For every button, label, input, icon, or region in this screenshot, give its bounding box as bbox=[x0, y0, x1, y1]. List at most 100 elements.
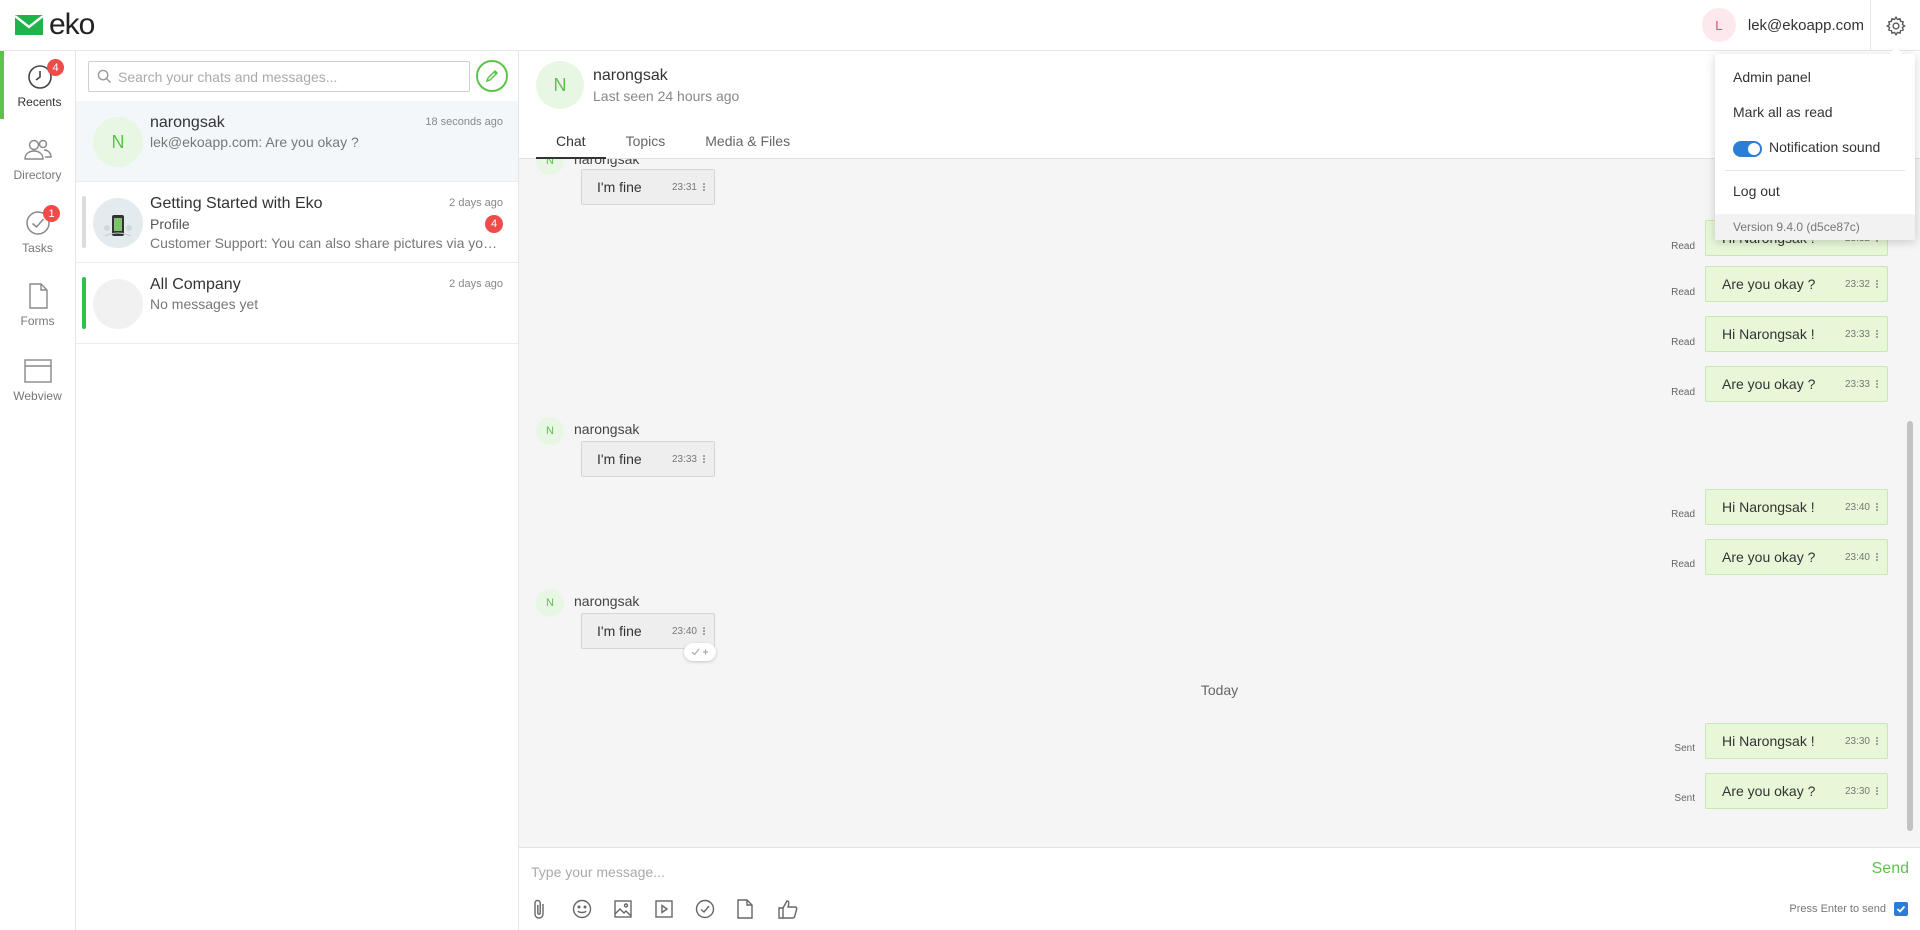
pencil-icon bbox=[485, 69, 499, 83]
message-options-icon[interactable] bbox=[703, 183, 706, 191]
message-options-icon[interactable] bbox=[703, 455, 706, 463]
message-text: Are you okay ? bbox=[1722, 549, 1816, 565]
emoji-button[interactable] bbox=[572, 896, 613, 922]
message-scrollbar[interactable] bbox=[1907, 421, 1913, 831]
message-options-icon[interactable] bbox=[703, 627, 706, 635]
message-list[interactable]: N narongsak I'm fine 23:31 Read Hi Naron… bbox=[519, 159, 1920, 849]
notification-sound-toggle[interactable] bbox=[1733, 141, 1762, 157]
eko-logo[interactable]: eko bbox=[15, 8, 95, 41]
message-text: Are you okay ? bbox=[1722, 783, 1816, 799]
user-menu[interactable]: L lek@ekoapp.com bbox=[1701, 8, 1864, 42]
task-icon bbox=[695, 899, 715, 919]
tab-topics[interactable]: Topics bbox=[606, 131, 686, 159]
message-text: I'm fine bbox=[597, 623, 642, 639]
nav-tasks[interactable]: Tasks 1 bbox=[0, 197, 75, 265]
nav-forms[interactable]: Forms bbox=[0, 270, 75, 338]
user-email[interactable]: lek@ekoapp.com bbox=[1748, 17, 1864, 34]
thumbs-up-icon bbox=[778, 900, 798, 919]
attach-button[interactable] bbox=[531, 896, 572, 922]
chat-time: 2 days ago bbox=[449, 278, 503, 290]
image-button[interactable] bbox=[613, 896, 654, 922]
press-enter-label: Press Enter to send bbox=[1789, 903, 1886, 915]
sender-name: narongsak bbox=[574, 593, 640, 609]
menu-item-notification-sound[interactable]: Notification sound bbox=[1769, 139, 1880, 155]
contact-avatar[interactable]: N bbox=[536, 61, 584, 109]
logo-text: eko bbox=[49, 8, 95, 41]
attachment-icon bbox=[534, 899, 544, 919]
search-input[interactable] bbox=[118, 68, 458, 85]
send-button[interactable]: Send bbox=[1872, 860, 1909, 878]
contact-name[interactable]: narongsak bbox=[593, 67, 668, 85]
message-composer: Send bbox=[519, 847, 1920, 930]
menu-item-mark-all-read[interactable]: Mark all as read bbox=[1733, 104, 1833, 120]
conversation-tabs: Chat Topics Media & Files bbox=[536, 131, 810, 159]
message-options-icon[interactable] bbox=[1876, 503, 1879, 511]
message-time: 23:33 bbox=[1844, 328, 1870, 340]
message-options-icon[interactable] bbox=[1876, 737, 1879, 745]
read-receipt: Read bbox=[1671, 241, 1695, 252]
message-bubble-outgoing[interactable]: Hi Narongsak ! 23:33 bbox=[1705, 316, 1888, 352]
chat-color-bar bbox=[82, 196, 86, 248]
gear-icon bbox=[1885, 15, 1906, 36]
message-bubble-incoming[interactable]: I'm fine 23:33 bbox=[581, 441, 715, 477]
top-bar: eko L lek@ekoapp.com bbox=[0, 0, 1920, 51]
message-bubble-outgoing[interactable]: Are you okay ? 23:40 bbox=[1705, 539, 1888, 575]
message-bubble-outgoing[interactable]: Hi Narongsak ! 23:40 bbox=[1705, 489, 1888, 525]
chat-name: Getting Started with Eko bbox=[150, 195, 323, 212]
read-receipt: Read bbox=[1671, 509, 1695, 520]
like-button[interactable] bbox=[777, 896, 818, 922]
add-reaction-button[interactable] bbox=[684, 643, 716, 661]
message-text: I'm fine bbox=[597, 179, 642, 195]
video-icon bbox=[655, 900, 673, 918]
chat-preview: Customer Support: You can also share pic… bbox=[150, 235, 500, 251]
message-options-icon[interactable] bbox=[1876, 787, 1879, 795]
sender-avatar[interactable]: N bbox=[536, 589, 564, 617]
message-time: 23:31 bbox=[671, 181, 697, 193]
message-time: 23:33 bbox=[671, 453, 697, 465]
new-chat-button[interactable] bbox=[476, 60, 508, 92]
chat-item-narongsak[interactable]: N narongsak 18 seconds ago lek@ekoapp.co… bbox=[76, 101, 518, 182]
message-bubble-outgoing[interactable]: Are you okay ? 23:33 bbox=[1705, 366, 1888, 402]
message-options-icon[interactable] bbox=[1876, 553, 1879, 561]
message-text: Hi Narongsak ! bbox=[1722, 499, 1815, 515]
message-bubble-outgoing[interactable]: Are you okay ? 23:30 bbox=[1705, 773, 1888, 809]
video-button[interactable] bbox=[654, 896, 695, 922]
message-bubble-incoming[interactable]: I'm fine 23:31 bbox=[581, 169, 715, 205]
menu-item-log-out[interactable]: Log out bbox=[1733, 183, 1780, 199]
tab-chat[interactable]: Chat bbox=[536, 131, 606, 159]
settings-button[interactable] bbox=[1870, 0, 1920, 51]
message-bubble-outgoing[interactable]: Are you okay ? 23:32 bbox=[1705, 266, 1888, 302]
chat-avatar-image bbox=[93, 198, 143, 248]
search-box[interactable] bbox=[88, 61, 470, 92]
file-button[interactable] bbox=[736, 896, 777, 922]
message-options-icon[interactable] bbox=[1876, 330, 1879, 338]
day-separator: Today bbox=[1200, 682, 1239, 698]
press-enter-checkbox[interactable] bbox=[1894, 902, 1908, 916]
chat-item-getting-started[interactable]: Getting Started with Eko 2 days ago Prof… bbox=[76, 182, 518, 263]
message-time: 23:32 bbox=[1844, 278, 1870, 290]
user-avatar[interactable]: L bbox=[1701, 8, 1736, 42]
chat-item-all-company[interactable]: All Company 2 days ago No messages yet bbox=[76, 263, 518, 344]
menu-item-admin-panel[interactable]: Admin panel bbox=[1733, 69, 1811, 85]
message-options-icon[interactable] bbox=[1876, 280, 1879, 288]
nav-recents[interactable]: Recents 4 bbox=[0, 51, 75, 119]
chat-list-panel: N narongsak 18 seconds ago lek@ekoapp.co… bbox=[76, 51, 519, 930]
chat-avatar bbox=[93, 279, 143, 329]
sent-receipt: Sent bbox=[1674, 793, 1695, 804]
nav-label-tasks: Tasks bbox=[22, 241, 53, 255]
message-bubble-outgoing[interactable]: Hi Narongsak ! 23:30 bbox=[1705, 723, 1888, 759]
conversation-header: N narongsak Last seen 24 hours ago Chat … bbox=[519, 51, 1920, 159]
phone-illustration-icon bbox=[93, 198, 143, 248]
sender-avatar[interactable]: N bbox=[536, 417, 564, 445]
emoji-icon bbox=[572, 899, 592, 919]
composer-toolbar bbox=[531, 896, 818, 922]
message-input[interactable] bbox=[531, 860, 1731, 884]
nav-webview[interactable]: Webview bbox=[0, 345, 75, 413]
sender-name: narongsak bbox=[574, 159, 640, 167]
tab-media-files[interactable]: Media & Files bbox=[685, 131, 810, 159]
message-options-icon[interactable] bbox=[1876, 380, 1879, 388]
task-button[interactable] bbox=[695, 896, 736, 922]
dropdown-caret bbox=[1889, 47, 1903, 54]
nav-directory[interactable]: Directory bbox=[0, 124, 75, 192]
press-enter-option[interactable]: Press Enter to send bbox=[1789, 902, 1908, 916]
